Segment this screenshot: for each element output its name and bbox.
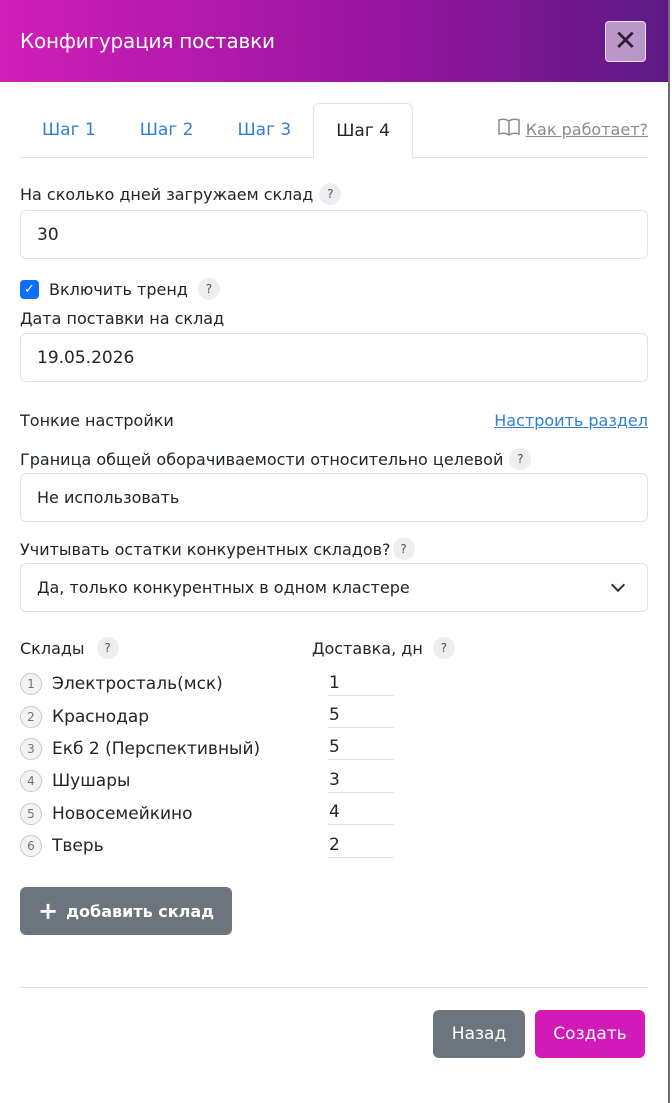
- warehouse-row: 2 Краснодар 5: [20, 700, 648, 732]
- delivery-date-input[interactable]: 19.05.2026: [20, 333, 648, 382]
- book-icon: [497, 118, 520, 140]
- competitors-label: Учитывать остатки конкурентных складов? …: [20, 538, 648, 560]
- chevron-down-icon: [610, 577, 626, 593]
- configure-section-link[interactable]: Настроить раздел: [494, 411, 648, 430]
- how-it-works-label: Как работает?: [525, 119, 648, 139]
- warehouse-name: Электросталь(мск): [52, 674, 223, 695]
- warehouse-list: 1 Электросталь(мск) 1 2 Краснодар 5 3 Ек…: [20, 668, 648, 862]
- warehouse-name: Краснодар: [52, 706, 150, 727]
- close-icon: ✕: [613, 24, 638, 57]
- competitors-label-text: Учитывать остатки конкурентных складов?: [20, 539, 391, 559]
- how-it-works-link[interactable]: Как работает?: [497, 118, 648, 140]
- delivery-days-input[interactable]: 3: [328, 770, 394, 793]
- row-number-badge: 1: [20, 673, 42, 696]
- step-tabs: Шаг 1 Шаг 2 Шаг 3 Шаг 4 Как работает?: [20, 103, 648, 158]
- tab-step-2[interactable]: Шаг 2: [118, 103, 216, 157]
- competitors-selected: Да, только конкурентных в одном кластере: [37, 578, 410, 597]
- help-icon[interactable]: ?: [392, 538, 415, 560]
- warehouse-name: Новосемейкино: [52, 803, 193, 824]
- create-button[interactable]: Создать: [535, 1010, 645, 1058]
- warehouse-row: 5 Новосемейкино 4: [20, 798, 648, 830]
- delivery-days-input[interactable]: 4: [328, 802, 394, 826]
- warehouse-row: 6 Тверь 2: [20, 830, 648, 862]
- row-number-badge: 4: [20, 770, 42, 793]
- row-number-badge: 6: [20, 835, 42, 858]
- fine-settings-label: Тонкие настройки: [20, 411, 174, 430]
- tab-step-4[interactable]: Шаг 4: [313, 103, 413, 158]
- turnover-label: Граница общей оборачиваемости относитель…: [20, 448, 648, 470]
- trend-label: Включить тренд: [49, 279, 188, 299]
- delivery-days-input[interactable]: 1: [328, 673, 394, 696]
- fine-settings-row: Тонкие настройки Настроить раздел: [20, 411, 648, 430]
- modal-title: Конфигурация поставки: [20, 29, 275, 53]
- row-number-badge: 2: [20, 705, 42, 728]
- help-icon[interactable]: ?: [432, 637, 455, 659]
- help-icon[interactable]: ?: [197, 278, 220, 300]
- warehouse-row: 3 Екб 2 (Перспективный) 5: [20, 733, 648, 765]
- tab-step-1[interactable]: Шаг 1: [20, 103, 118, 157]
- turnover-input[interactable]: Не использовать: [20, 473, 648, 522]
- add-warehouse-button[interactable]: + добавить склад: [20, 887, 233, 936]
- close-button[interactable]: ✕: [605, 20, 646, 62]
- row-number-badge: 3: [20, 737, 42, 760]
- delivery-days-col-label: Доставка, дн: [312, 638, 423, 658]
- delivery-days-input[interactable]: 2: [328, 835, 394, 858]
- warehouse-row: 1 Электросталь(мск) 1: [20, 668, 648, 700]
- warehouse-row: 4 Шушары 3: [20, 765, 648, 797]
- add-warehouse-label: добавить склад: [66, 901, 215, 921]
- plus-icon: +: [38, 897, 59, 926]
- back-button[interactable]: Назад: [433, 1010, 525, 1058]
- turnover-label-text: Граница общей оборачиваемости относитель…: [20, 449, 504, 469]
- warehouses-col-label: Склады: [20, 638, 85, 658]
- footer-divider: [20, 987, 648, 988]
- days-input[interactable]: 30: [20, 210, 648, 259]
- delivery-days-input[interactable]: 5: [328, 705, 394, 729]
- days-label: На сколько дней загружаем склад ?: [20, 183, 648, 205]
- supply-config-modal: Конфигурация поставки ✕ Шаг 1 Шаг 2 Шаг …: [0, 0, 670, 1103]
- warehouse-name: Тверь: [52, 836, 104, 857]
- competitors-select[interactable]: Да, только конкурентных в одном кластере: [20, 563, 648, 612]
- warehouse-name: Шушары: [52, 771, 131, 792]
- row-number-badge: 5: [20, 802, 42, 825]
- modal-header: Конфигурация поставки ✕: [0, 0, 668, 82]
- days-label-text: На сколько дней загружаем склад: [20, 184, 314, 204]
- warehouse-name: Екб 2 (Перспективный): [52, 738, 261, 759]
- tab-step-3[interactable]: Шаг 3: [216, 103, 314, 157]
- help-icon[interactable]: ?: [509, 448, 532, 470]
- help-icon[interactable]: ?: [319, 183, 342, 205]
- delivery-date-label: Дата поставки на склад: [20, 309, 225, 328]
- trend-checkbox[interactable]: ✓: [20, 279, 39, 299]
- delivery-days-input[interactable]: 5: [328, 737, 394, 761]
- warehouses-header: Склады ? Доставка, дн ?: [20, 637, 648, 659]
- trend-checkbox-row: ✓ Включить тренд ?: [20, 278, 648, 300]
- help-icon[interactable]: ?: [96, 637, 119, 659]
